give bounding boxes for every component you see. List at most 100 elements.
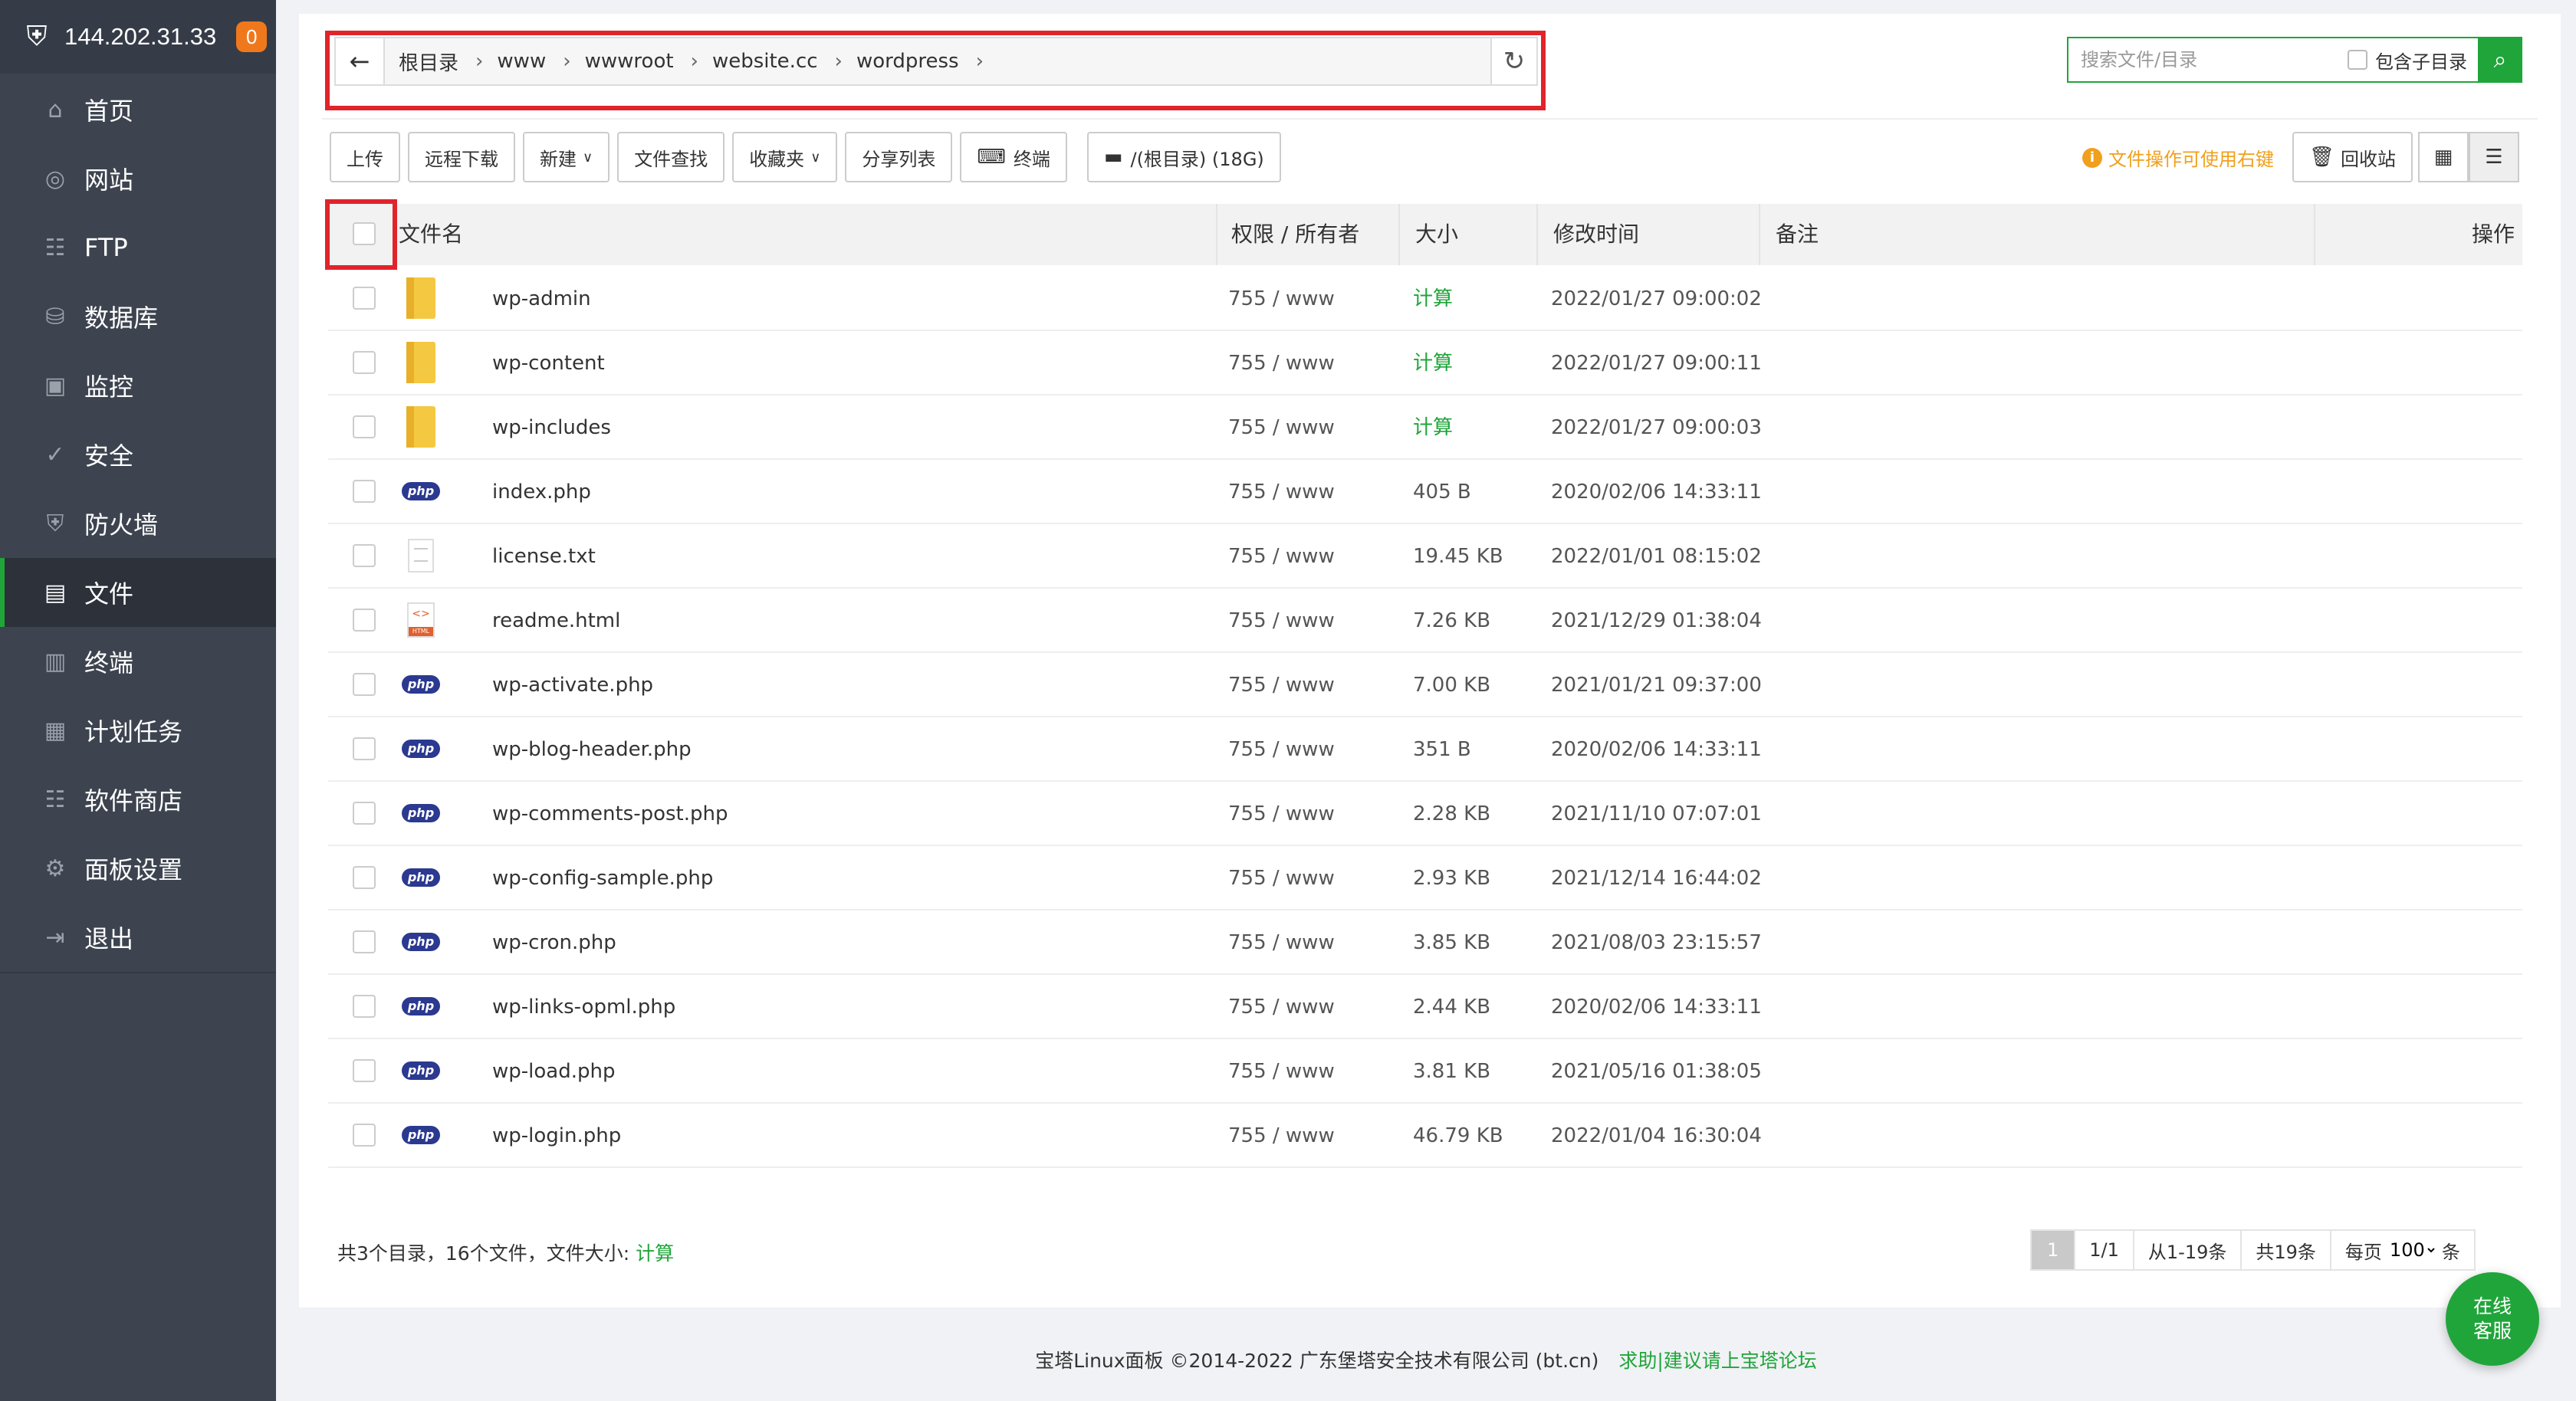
table-row[interactable]: php wp-blog-header.php 755 / www 351 B 2020/… [328,717,2522,782]
file-name[interactable]: wp-load.php [492,1039,615,1104]
disk-button[interactable]: ▬ /(根目录) (18G) [1086,132,1281,182]
file-name[interactable]: readme.html [492,589,620,653]
file-search-button[interactable]: 文件查找 [617,132,725,182]
sidebar-item-7[interactable]: ▤ 文件 [0,558,276,627]
per-page-select[interactable]: 100 [2386,1239,2437,1262]
col-name[interactable]: 文件名 [399,204,463,265]
sidebar-item-3[interactable]: ⛁ 数据库 [0,282,276,351]
file-name[interactable]: wp-login.php [492,1104,621,1168]
row-checkbox[interactable] [353,351,376,374]
share-list-button[interactable]: 分享列表 [845,132,953,182]
file-permission[interactable]: 755 / www [1228,910,1335,975]
table-row[interactable]: license.txt 755 / www 19.45 KB 2022/01/01 0… [328,524,2522,589]
favorites-dropdown-button[interactable]: 收藏夹 ∨ [732,132,838,182]
file-name[interactable]: wp-config-sample.php [492,846,713,910]
table-row[interactable]: wp-includes 755 / www 计算 2022/01/27 09:00:0… [328,395,2522,460]
breadcrumb-item[interactable]: wwwroot › [571,50,698,73]
file-name[interactable]: index.php [492,460,591,524]
file-size[interactable]: 计算 [1413,331,1453,395]
row-checkbox[interactable] [353,866,376,889]
table-row[interactable]: <> HTML readme.html 755 / www 7.26 KB 2021/12… [328,589,2522,653]
file-name[interactable]: wp-includes [492,395,611,460]
sidebar-item-5[interactable]: ✓ 安全 [0,420,276,489]
file-size[interactable]: 计算 [1413,267,1453,331]
file-permission[interactable]: 755 / www [1228,524,1335,589]
breadcrumb-item[interactable]: wordpress › [843,50,984,73]
remote-download-button[interactable]: 远程下载 [408,132,515,182]
row-checkbox[interactable] [353,287,376,310]
row-checkbox[interactable] [353,609,376,632]
file-name[interactable]: wp-cron.php [492,910,616,975]
sidebar-item-11[interactable]: ⚙ 面板设置 [0,834,276,903]
file-permission[interactable]: 755 / www [1228,460,1335,524]
sidebar-item-9[interactable]: ▦ 计划任务 [0,696,276,765]
file-permission[interactable]: 755 / www [1228,782,1335,846]
file-permission[interactable]: 755 / www [1228,267,1335,331]
sidebar-item-1[interactable]: ◎ 网站 [0,144,276,213]
file-permission[interactable]: 755 / www [1228,1039,1335,1104]
sidebar-item-8[interactable]: ▥ 终端 [0,627,276,696]
page-current[interactable]: 1 [2030,1229,2076,1271]
row-checkbox[interactable] [353,544,376,567]
forum-link[interactable]: 求助|建议请上宝塔论坛 [1618,1350,1816,1372]
table-row[interactable]: wp-content 755 / www 计算 2022/01/27 09:00:11 [328,331,2522,395]
table-row[interactable]: php wp-activate.php 755 / www 7.00 KB 2021/0… [328,653,2522,717]
calc-size-link[interactable]: 计算 [636,1242,674,1265]
file-permission[interactable]: 755 / www [1228,975,1335,1039]
search-icon[interactable]: ⌕ [2478,37,2522,83]
sidebar-item-2[interactable]: ☷ FTP [0,213,276,282]
refresh-icon[interactable]: ↻ [1490,38,1536,84]
file-name[interactable]: license.txt [492,524,596,589]
sidebar-item-0[interactable]: ⌂ 首页 [0,75,276,144]
sidebar-item-10[interactable]: ☷ 软件商店 [0,765,276,834]
row-checkbox[interactable] [353,1059,376,1082]
table-row[interactable]: php wp-cron.php 755 / www 3.85 KB 2021/08/03… [328,910,2522,975]
terminal-button[interactable]: ⌨ 终端 [960,132,1067,182]
row-checkbox[interactable] [353,995,376,1018]
table-row[interactable]: php wp-login.php 755 / www 46.79 KB 2022/01/… [328,1104,2522,1168]
table-row[interactable]: php wp-load.php 755 / www 3.81 KB 2021/05/16… [328,1039,2522,1104]
file-name[interactable]: wp-activate.php [492,653,653,717]
col-size[interactable]: 大小 [1398,204,1458,265]
file-permission[interactable]: 755 / www [1228,653,1335,717]
notification-badge[interactable]: 0 [236,21,268,52]
row-checkbox[interactable] [353,673,376,696]
col-mtime[interactable]: 修改时间 [1536,204,1639,265]
row-checkbox[interactable] [353,737,376,760]
file-name[interactable]: wp-links-opml.php [492,975,675,1039]
back-arrow-icon[interactable]: ← [336,38,385,84]
list-view-icon[interactable]: ☰ [2469,132,2519,182]
table-row[interactable]: php wp-config-sample.php 755 / www 2.93 KB 2… [328,846,2522,910]
file-permission[interactable]: 755 / www [1228,1104,1335,1168]
breadcrumb-item[interactable]: 根目录 › [385,48,483,76]
file-name[interactable]: wp-comments-post.php [492,782,728,846]
sidebar-item-4[interactable]: ▣ 监控 [0,351,276,420]
file-permission[interactable]: 755 / www [1228,331,1335,395]
file-permission[interactable]: 755 / www [1228,395,1335,460]
table-row[interactable]: php wp-comments-post.php 755 / www 2.28 KB 2… [328,782,2522,846]
row-checkbox[interactable] [353,415,376,438]
file-permission[interactable]: 755 / www [1228,846,1335,910]
table-row[interactable]: php wp-links-opml.php 755 / www 2.44 KB 2020… [328,975,2522,1039]
row-checkbox[interactable] [353,802,376,825]
table-row[interactable]: wp-admin 755 / www 计算 2022/01/27 09:00:02 [328,267,2522,331]
new-dropdown-button[interactable]: 新建 ∨ [523,132,610,182]
breadcrumb-path[interactable]: 根目录 › www › wwwroot › website.cc › wordpress › [385,38,1490,84]
sidebar-item-12[interactable]: ⇥ 退出 [0,903,276,972]
file-size[interactable]: 计算 [1413,395,1453,460]
recycle-bin-button[interactable]: 🗑 回收站 [2292,132,2413,182]
row-checkbox[interactable] [353,1124,376,1147]
row-checkbox[interactable] [353,480,376,503]
row-checkbox[interactable] [353,930,376,953]
checkbox[interactable] [2348,50,2367,70]
col-perm[interactable]: 权限 / 所有者 [1216,204,1359,265]
include-subdir-checkbox[interactable]: 包含子目录 [2348,47,2478,74]
file-name[interactable]: wp-blog-header.php [492,717,692,782]
breadcrumb-item[interactable]: www › [483,50,570,73]
sidebar-item-6[interactable]: ⛨ 防火墙 [0,489,276,558]
upload-button[interactable]: 上传 [330,132,400,182]
file-name[interactable]: wp-content [492,331,605,395]
file-permission[interactable]: 755 / www [1228,717,1335,782]
file-name[interactable]: wp-admin [492,267,591,331]
search-input[interactable] [2068,38,2348,81]
